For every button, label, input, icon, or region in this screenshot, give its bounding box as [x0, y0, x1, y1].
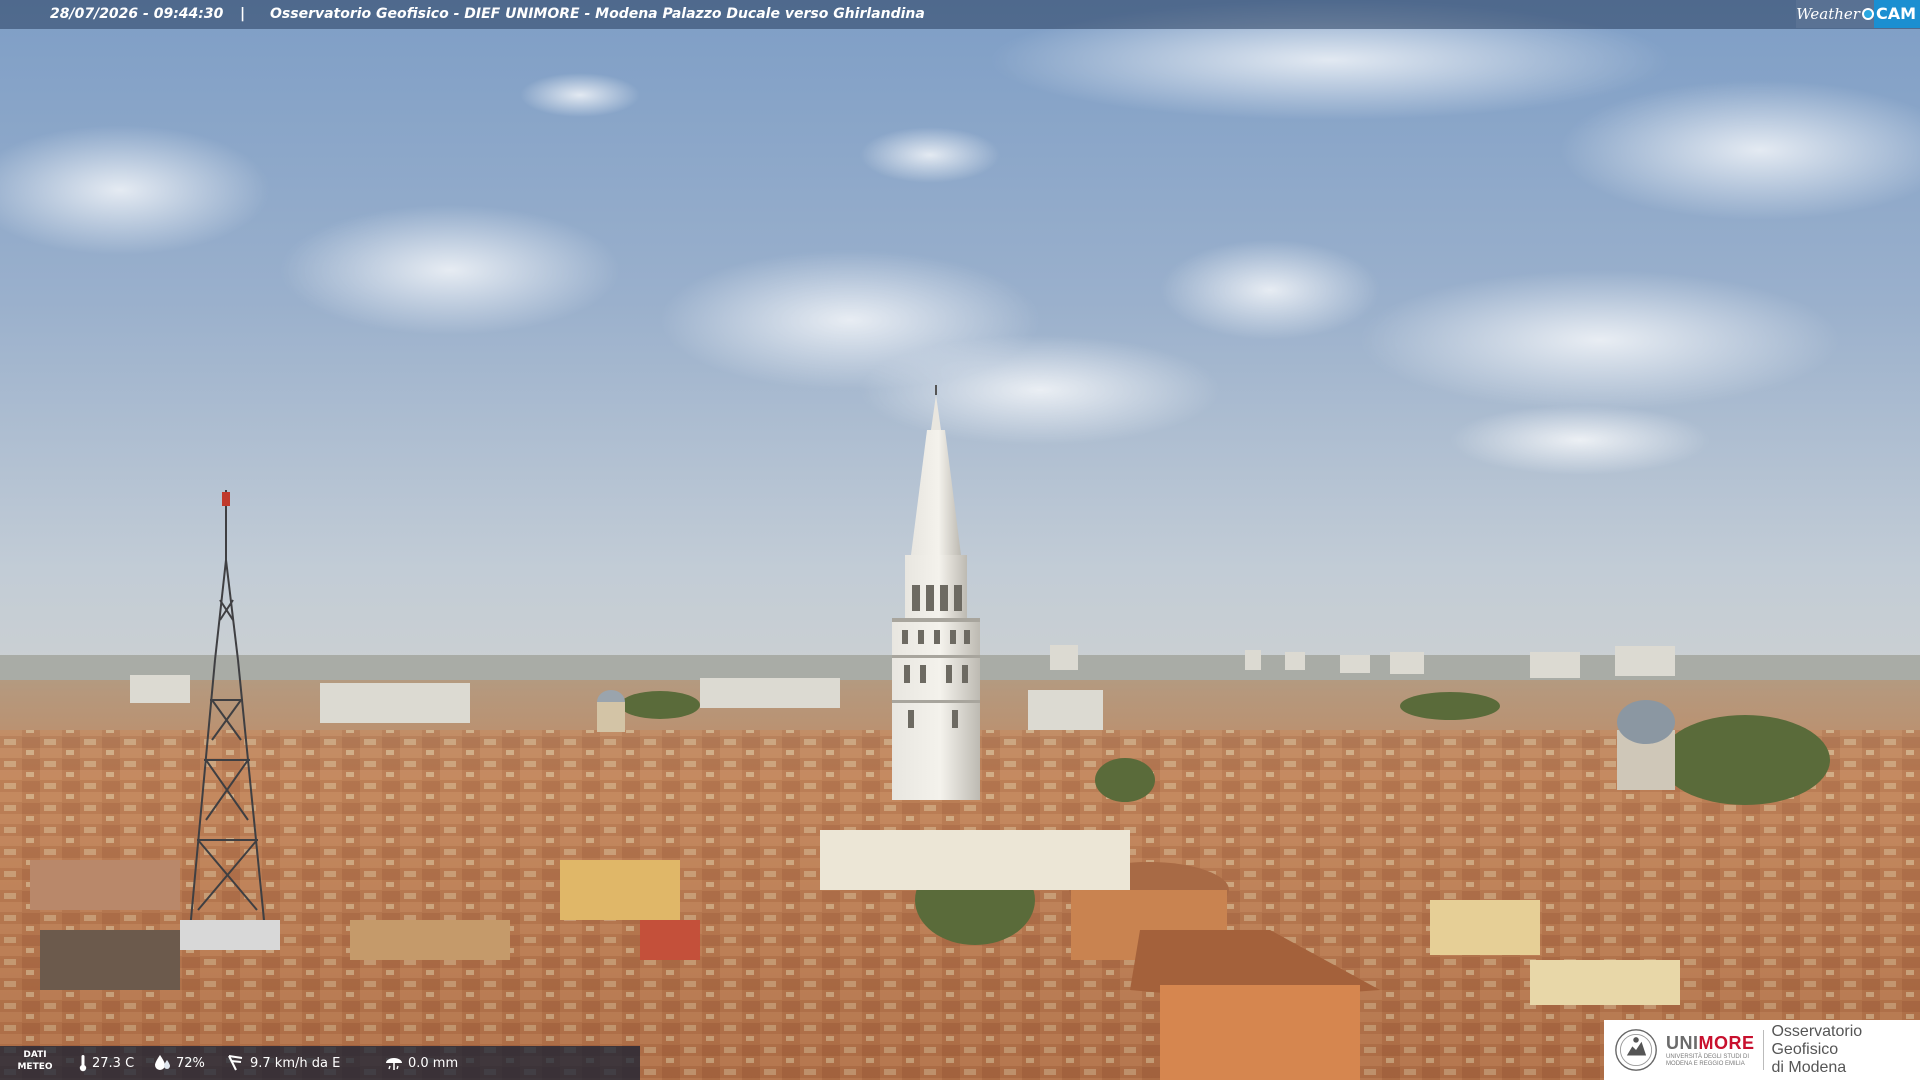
unimore-subtitle: UNIVERSITÀ DEGLI STUDI DI MODENA E REGGI…: [1666, 1053, 1750, 1067]
humidity-reading: 72%: [152, 1046, 205, 1080]
weathercam-logo: Weather CAM: [1796, 0, 1920, 28]
temperature-value: 27.3 C: [92, 1055, 135, 1071]
weathercam-dot-icon: [1861, 8, 1874, 20]
weather-data-bar: DATI METEO 27.3 C 72% 9.7 km/h da E 0.0: [0, 1046, 640, 1080]
capture-timestamp: 28/07/2026 - 09:44:30: [50, 6, 224, 22]
unimore-name: UNIMORE UNIVERSITÀ DEGLI STUDI DI MODENA…: [1666, 1033, 1755, 1068]
rain-reading: 0.0 mm: [384, 1046, 458, 1080]
header-separator: |: [240, 6, 246, 22]
wind-reading: 9.7 km/h da E: [226, 1046, 340, 1080]
rain-gauge-icon: [386, 1058, 402, 1070]
humidity-value: 72%: [176, 1055, 205, 1071]
weathercam-logo-text: Weather: [1796, 5, 1860, 23]
webcam-photo: [0, 0, 1920, 1080]
weathercam-logo-cam: CAM: [1873, 0, 1920, 28]
unimore-prefix: UNI: [1666, 1032, 1699, 1053]
camera-info-bar: 28/07/2026 - 09:44:30 | Osservatorio Geo…: [0, 0, 1920, 29]
rain-value: 0.0 mm: [408, 1055, 459, 1071]
unimore-suffix: MORE: [1698, 1032, 1755, 1053]
wind-icon: [228, 1055, 243, 1071]
sponsor-divider: [1762, 1030, 1764, 1070]
temperature-reading: 27.3 C: [78, 1046, 134, 1080]
humidity-drop-icon: [155, 1055, 170, 1070]
camera-title: Osservatorio Geofisico - DIEF UNIMORE - …: [270, 6, 925, 22]
weather-data-label: DATI METEO: [17, 1050, 53, 1072]
observatory-name: Osservatorio Geofisico di Modena: [1771, 1023, 1863, 1076]
thermometer-icon: [79, 1055, 87, 1072]
wind-value: 9.7 km/h da E: [250, 1055, 341, 1071]
university-seal-icon: [1615, 1029, 1657, 1071]
unimore-sponsor-badge: UNIMORE UNIVERSITÀ DEGLI STUDI DI MODENA…: [1604, 1020, 1920, 1080]
